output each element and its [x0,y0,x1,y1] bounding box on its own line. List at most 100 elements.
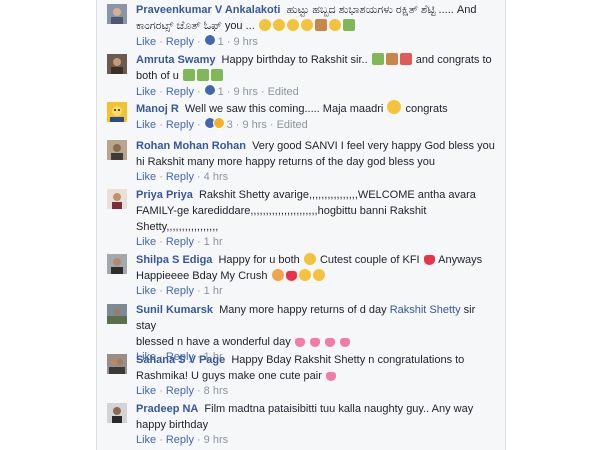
like-button[interactable]: Like [136,86,156,98]
comment-text: hi Rakshit many more happy returns of th… [136,156,435,168]
comment-text: blessed n have a wonderful day [136,336,291,348]
comment-text: Rakshit Shetty avarige,,,,,,,,,,,,,,,,WE… [198,189,476,201]
comment-text: congrats [405,103,448,115]
like-button[interactable]: Like [136,434,156,446]
heart-icon [339,338,350,347]
like-button[interactable]: Like [136,119,156,131]
comment-text: Shetty,,,,,,,,,,,,,,,,, [136,221,219,233]
bouquet-emoji-icon [196,69,209,81]
bouquet-emoji-icon [210,69,223,81]
comment-time[interactable]: 9 hrs [242,119,266,131]
smile-emoji-icon [286,19,299,31]
comment-author[interactable]: Pradeep NA [136,403,198,415]
haha-reaction-icon [212,117,225,129]
like-reaction-icon [203,34,216,46]
cake-emoji-icon [385,53,398,65]
comment-time[interactable]: 1 hr [204,236,223,248]
comments-panel: Praveenkumar V Ankalakoti ಹುಟ್ಟು ಹಬ್ಬದ ಶ… [96,0,506,450]
bouquet-emoji-icon [371,53,384,65]
comment-text: Happy Bday Rakshit Shetty n congratulati… [231,354,465,366]
comment-text: Many more happy returns of d day [219,304,387,316]
like-button[interactable]: Like [136,171,156,183]
like-button[interactable]: Like [136,36,156,48]
reply-button[interactable]: Reply [166,36,194,48]
comment-text: happy birthday [136,419,209,431]
heart-icon [423,255,435,265]
avatar[interactable] [107,189,127,209]
comment-actions: Like · Reply · 1 · 9 hrs · Edited [136,84,299,98]
comment-text: Anyways [438,254,483,266]
comment-actions: Like · Reply · 8 hrs [136,385,229,397]
reply-button[interactable]: Reply [166,171,194,183]
comment-text: Cutest couple of KFI [319,254,420,266]
comment-actions: Like · Reply · 1 hr [136,285,223,297]
gift-emoji-icon [399,53,412,65]
heart-eyes-emoji-icon [298,269,311,281]
comment-text: ಕಾಂಗರಟ್ಸ್ ಚೊತ್ ಓಫ್ you ... [136,20,255,32]
avatar[interactable] [107,354,127,374]
comment-time[interactable]: 4 hrs [204,171,228,183]
comment-text: both of u [136,70,179,82]
comment-text: Well we saw this coming..... Maja maadri [184,103,384,115]
comment-author[interactable]: Sunil Kumarsk [136,304,213,316]
edited-label[interactable]: Edited [277,119,308,131]
laughing-emoji-icon [312,269,325,281]
heart-icon [309,338,320,347]
comment-author[interactable]: Sahana S V Page [136,354,225,366]
avatar[interactable] [107,54,127,74]
edited-label[interactable]: Edited [268,86,299,98]
comment-text: ಹುಟ್ಟು ಹಬ್ಬದ ಶುಭಾಶಯಗಳು ರಕ್ಷಿತ್ ಶೆಟ್ಟಿ ..… [286,4,477,16]
kiss-heart-icon [325,372,336,381]
reply-button[interactable]: Reply [166,285,194,297]
comment-time[interactable]: 9 hrs [233,36,257,48]
avatar[interactable] [107,140,127,160]
comment-text: Very good SANVI I feel very happy God bl… [252,140,495,152]
comment-text: Happy birthday to Rakshit sir.. [221,54,368,66]
comment-author[interactable]: Praveenkumar V Ankalakoti [136,4,281,16]
avatar[interactable] [107,4,127,24]
comment-actions: Like · Reply · 4 hrs [136,171,229,183]
comment-text: Rashmika! U guys make one cute pair [136,370,322,382]
comment-text: Film madtna pataisibitti tuu kalla naugh… [204,403,474,415]
comment-time[interactable]: 1 hr [204,285,223,297]
heart-eyes-emoji-icon [328,19,341,31]
comment-text: Happy for u both [218,254,300,266]
avatar[interactable] [107,403,127,423]
reaction-count[interactable]: 1 [218,86,224,98]
comment-author[interactable]: Manoj R [136,103,179,115]
heart-icon [294,338,305,347]
reply-button[interactable]: Reply [166,86,194,98]
like-button[interactable]: Like [136,385,156,397]
heart-eyes-emoji-icon [272,19,285,31]
reply-button[interactable]: Reply [166,385,194,397]
mention-link[interactable]: Rakshit Shetty [390,304,461,316]
comment-actions: Like · Reply · 9 hrs [136,434,229,446]
comment-author[interactable]: Amruta Swamy [136,54,215,66]
comment-time[interactable]: 8 hrs [204,385,228,397]
like-button[interactable]: Like [136,236,156,248]
reply-button[interactable]: Reply [166,434,194,446]
comment-text: FAMILY-ge karediddare,,,,,,,,,,,,,,,,,,,… [136,205,427,217]
heart-eyes-emoji-icon [303,253,316,265]
kiss-emoji-icon [271,269,284,281]
smile-emoji-icon [387,100,402,114]
comment-time[interactable]: 9 hrs [233,86,257,98]
party-emoji-icon [342,19,355,31]
like-reaction-icon [203,84,216,96]
reaction-count[interactable]: 1 [218,36,224,48]
avatar[interactable] [107,304,127,324]
cake-emoji-icon [314,19,327,31]
comment-author[interactable]: Shilpa S Ediga [136,254,212,266]
reply-button[interactable]: Reply [166,119,194,131]
comment-author[interactable]: Rohan Mohan Rohan [136,140,246,152]
avatar[interactable] [107,102,127,122]
like-button[interactable]: Like [136,285,156,297]
comment-time[interactable]: 9 hrs [204,434,228,446]
comment-actions: Like · Reply · 3 · 9 hrs · Edited [136,117,308,131]
comment-text: and congrats to [415,54,492,66]
comment-author[interactable]: Priya Priya [136,189,193,201]
avatar[interactable] [107,254,127,274]
reaction-count[interactable]: 3 [227,119,233,131]
bouquet-emoji-icon [182,69,195,81]
reply-button[interactable]: Reply [166,236,194,248]
